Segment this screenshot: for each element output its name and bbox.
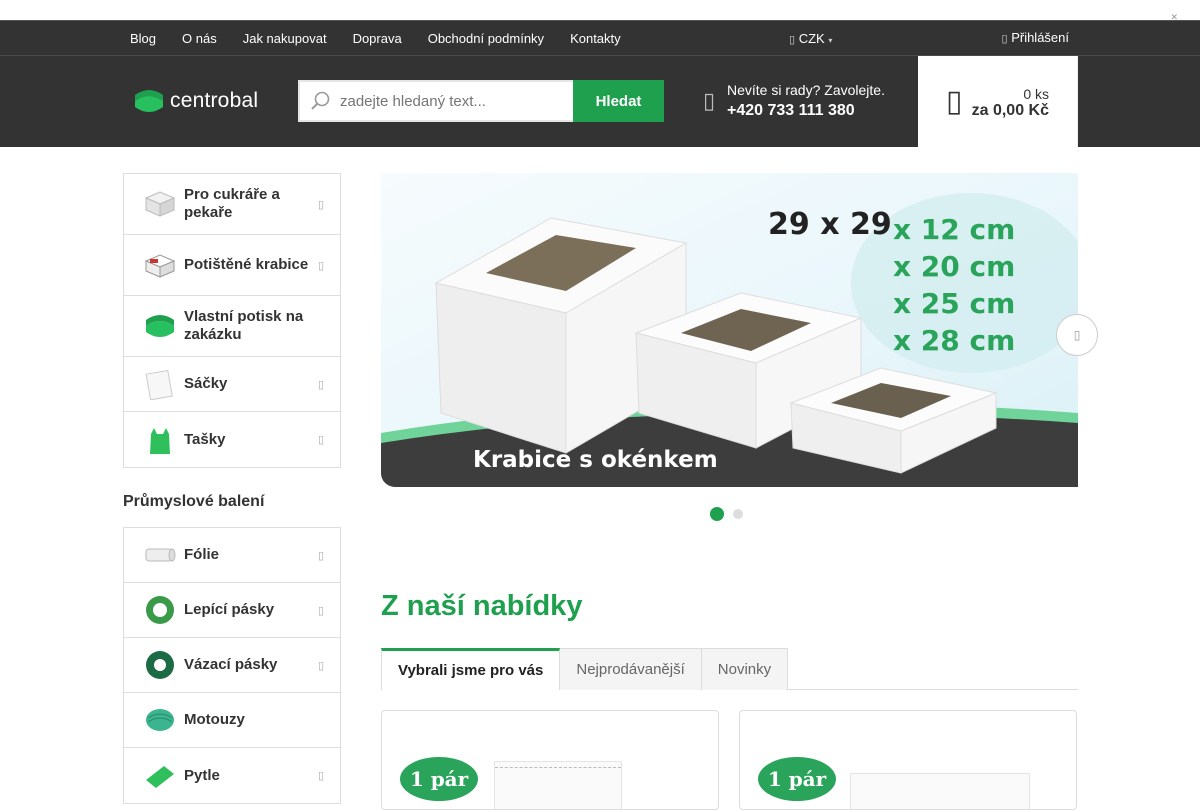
- banner-dimensions-list: x 12 cm x 20 cm x 25 cm x 28 cm: [893, 211, 1015, 359]
- search-button[interactable]: Hledat: [573, 80, 664, 122]
- category-label: Sáčky: [184, 375, 228, 392]
- chevron-right-icon: ▯: [317, 434, 324, 446]
- category-label: Fólie: [184, 546, 220, 563]
- chevron-right-icon: ▯: [317, 604, 324, 617]
- banner-caption: Krabice s okénkem: [473, 447, 718, 473]
- banner-dimensions-base: 29 x 29: [768, 207, 892, 242]
- banner-dimension: x 20 cm: [893, 250, 1016, 283]
- currency-label: CZK: [798, 31, 825, 46]
- category-label: Tašky: [184, 430, 226, 448]
- cart-widget[interactable]: ▯ 0 ks za 0,00 Kč: [918, 56, 1078, 147]
- product-card[interactable]: 1 pár: [381, 710, 719, 810]
- industrial-category-list: Fólie ▯ Lepící pásky ▯ Vázací pásky ▯ Mo…: [123, 527, 341, 804]
- nav-link-blog[interactable]: Blog: [130, 31, 156, 46]
- shopping-bag-icon: [144, 424, 176, 456]
- currency-selector[interactable]: ▯ CZK ▾: [789, 31, 832, 46]
- category-item-sacks[interactable]: Pytle ▯: [124, 748, 340, 803]
- phone-number[interactable]: +420 733 111 380: [727, 102, 885, 120]
- cart-icon: ▯: [946, 85, 963, 118]
- product-image: [850, 773, 1030, 809]
- category-item-custom-print[interactable]: Vlastní potisk na zakázku: [124, 296, 340, 357]
- banner-dimension: x 28 cm: [893, 324, 1016, 357]
- money-icon: ▯: [789, 34, 796, 46]
- product-badge: 1 pár: [400, 757, 478, 801]
- tab-bestsellers[interactable]: Nejprodávanější: [560, 648, 702, 690]
- category-label: Pytle: [184, 766, 220, 784]
- carousel-dot-active[interactable]: [710, 507, 724, 521]
- section-title-industrial: Průmyslové balení: [123, 493, 265, 510]
- tab-new[interactable]: Novinky: [701, 648, 789, 690]
- cart-total: za 0,00 Kč: [971, 102, 1049, 119]
- carousel-dots: [710, 507, 743, 521]
- banner-dimension: x 12 cm: [893, 213, 1016, 246]
- category-label: Lepící pásky: [184, 601, 275, 618]
- bag-icon: [144, 368, 176, 400]
- cake-box-icon: [144, 188, 176, 220]
- custom-print-icon: [144, 310, 176, 342]
- chevron-right-icon: ▯: [317, 198, 324, 211]
- category-label: Pro cukráře a pekaře: [184, 186, 280, 221]
- tape-roll-icon: [144, 594, 176, 626]
- chevron-down-icon: ▾: [828, 36, 833, 45]
- chevron-right-icon: ▯: [1073, 328, 1081, 342]
- chevron-right-icon: ▯: [317, 549, 324, 562]
- search-icon: [300, 90, 340, 112]
- category-label: Potištěné krabice: [184, 256, 309, 273]
- logo-text: centrobal: [170, 89, 259, 112]
- search-bar: Hledat: [298, 80, 664, 122]
- phone-contact: ▯ Nevíte si rady? Zavolejte. +420 733 11…: [703, 82, 885, 120]
- banner-dimension: x 25 cm: [893, 287, 1016, 320]
- sack-icon: [144, 760, 176, 792]
- top-nav: Blog O nás Jak nakupovat Doprava Obchodn…: [130, 21, 647, 56]
- product-image: [494, 761, 622, 809]
- category-item-foils[interactable]: Fólie ▯: [124, 528, 340, 583]
- offer-tabs: Vybrali jsme pro vás Nejprodávanější Nov…: [381, 648, 1078, 690]
- nav-link-terms[interactable]: Obchodní podmínky: [428, 31, 544, 46]
- category-item-twine[interactable]: Motouzy: [124, 693, 340, 748]
- chevron-right-icon: ▯: [317, 378, 324, 391]
- foil-roll-icon: [144, 539, 176, 571]
- category-label: Vázací pásky: [184, 656, 278, 673]
- carousel-next-button[interactable]: ▯: [1056, 314, 1098, 356]
- tab-recommended[interactable]: Vybrali jsme pro vás: [381, 648, 561, 690]
- promo-banner[interactable]: 29 x 29 x 12 cm x 20 cm x 25 cm x 28 cm …: [381, 173, 1078, 487]
- category-label: Motouzy: [184, 711, 245, 728]
- nav-link-shipping[interactable]: Doprava: [353, 31, 402, 46]
- category-sidebar: Pro cukráře a pekaře ▯ Potištěné krabice…: [123, 173, 341, 804]
- login-link[interactable]: ▯ Přihlášení: [1002, 30, 1070, 45]
- logo-mark-icon: [133, 87, 165, 115]
- category-list: Pro cukráře a pekaře ▯ Potištěné krabice…: [123, 173, 341, 468]
- category-item-printed-boxes[interactable]: Potištěné krabice ▯: [124, 235, 340, 296]
- search-input[interactable]: [340, 92, 560, 110]
- twine-icon: [144, 704, 176, 736]
- product-badge: 1 pár: [758, 757, 836, 801]
- printed-box-icon: [144, 249, 176, 281]
- nav-link-how-to-buy[interactable]: Jak nakupovat: [243, 31, 327, 46]
- nav-link-contacts[interactable]: Kontakty: [570, 31, 621, 46]
- login-label: Přihlášení: [1011, 30, 1069, 45]
- cart-count: 0 ks: [1023, 86, 1049, 102]
- category-item-pastry[interactable]: Pro cukráře a pekaře ▯: [124, 174, 340, 235]
- top-strip: ✕: [0, 0, 1200, 22]
- top-bar: Blog O nás Jak nakupovat Doprava Obchodn…: [0, 20, 1200, 56]
- category-item-adhesive-tapes[interactable]: Lepící pásky ▯: [124, 583, 340, 638]
- nav-link-about[interactable]: O nás: [182, 31, 217, 46]
- phone-prompt: Nevíte si rady? Zavolejte.: [727, 82, 885, 98]
- category-label: Vlastní potisk na zakázku: [184, 308, 304, 343]
- offer-section-title: Z naší nabídky: [381, 590, 583, 622]
- chevron-right-icon: ▯: [317, 259, 324, 272]
- phone-icon: ▯: [703, 88, 716, 113]
- category-item-bags[interactable]: Sáčky ▯: [124, 357, 340, 412]
- chevron-right-icon: ▯: [317, 659, 324, 672]
- carousel-dot[interactable]: [733, 509, 743, 519]
- category-item-carry-bags[interactable]: Tašky ▯: [124, 412, 340, 467]
- user-icon: ▯: [1001, 33, 1008, 45]
- header: centrobal Hledat ▯ Nevíte si rady? Zavol…: [0, 56, 1200, 147]
- chevron-right-icon: ▯: [317, 770, 324, 782]
- search-field: [298, 80, 573, 122]
- strapping-roll-icon: [144, 649, 176, 681]
- category-item-strapping[interactable]: Vázací pásky ▯: [124, 638, 340, 693]
- product-card[interactable]: 1 pár: [739, 710, 1077, 810]
- logo[interactable]: centrobal: [133, 87, 258, 115]
